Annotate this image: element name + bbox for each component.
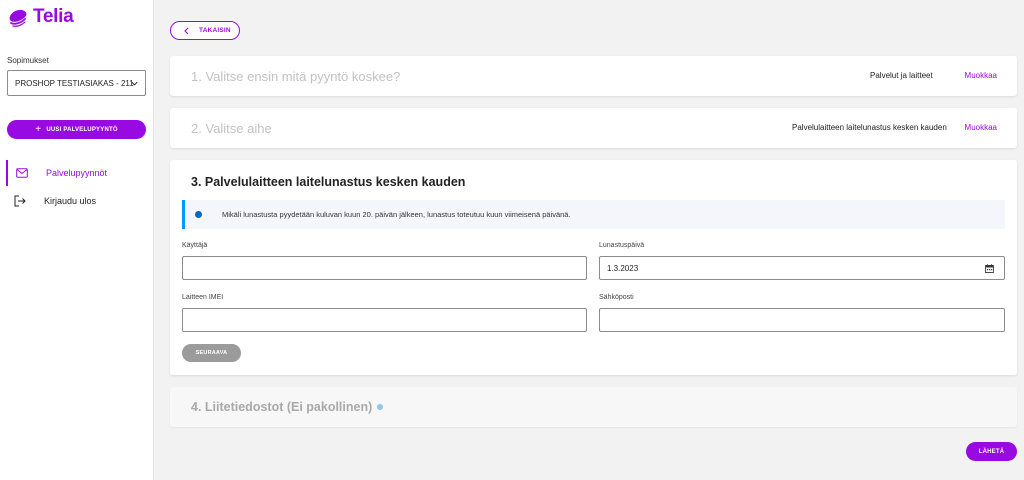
email-field-label: Sähköposti (599, 294, 634, 301)
chevron-left-icon (184, 27, 189, 34)
contracts-selected-value: PROSHOP TESTIASIAKAS - 211 (15, 78, 134, 88)
info-icon[interactable] (377, 404, 384, 410)
sidebar-item-label: Kirjaudu ulos (44, 196, 97, 206)
calendar-icon[interactable] (985, 264, 994, 273)
info-notice: Mikäli lunastusta pyydetään kuluvan kuun… (182, 200, 1005, 229)
sidebar-item-logout[interactable]: Kirjaudu ulos (6, 188, 154, 214)
logout-icon (14, 195, 32, 207)
next-button[interactable]: SEURAAVA (182, 344, 241, 362)
new-service-request-button[interactable]: + UUSI PALVELUPYYNTÖ (7, 120, 146, 139)
telia-pebble-icon (9, 9, 27, 27)
redeem-date-label: Lunastuspäivä (599, 242, 645, 249)
step-4-card[interactable]: 4. Liitetiedostot (Ei pakollinen) (170, 387, 1017, 427)
plus-icon: + (35, 124, 42, 135)
contracts-select[interactable]: PROSHOP TESTIASIAKAS - 211 (7, 70, 146, 96)
mail-icon (16, 168, 34, 178)
new-service-request-label: UUSI PALVELUPYYNTÖ (46, 126, 118, 133)
info-icon (195, 211, 202, 218)
back-button[interactable]: TAKAISIN (170, 21, 240, 40)
send-button[interactable]: LÄHETÄ (966, 442, 1017, 461)
step-2-title: 2. Valitse aihe (191, 121, 272, 136)
sidebar-item-label: Palvelupyynnöt (46, 168, 108, 178)
step-1-title: 1. Valitse ensin mitä pyyntö koskee? (191, 69, 401, 84)
telia-logo[interactable]: Telia (7, 6, 74, 28)
redeem-date-value: 1.3.2023 (607, 263, 639, 273)
contracts-label: Sopimukset (7, 56, 49, 65)
step-1-card: 1. Valitse ensin mitä pyyntö koskee? Pal… (170, 56, 1017, 96)
step-4-heading: 4. Liitetiedostot (Ei pakollinen) (191, 400, 384, 414)
imei-input[interactable] (182, 308, 587, 332)
step-1-value: Palvelut ja laitteet (870, 71, 933, 80)
step-1-edit-link[interactable]: Muokkaa (965, 71, 997, 80)
user-input[interactable] (182, 256, 587, 280)
user-field-label: Käyttäjä (182, 242, 208, 249)
email-input[interactable] (599, 308, 1005, 332)
sidebar-item-service-requests[interactable]: Palvelupyynnöt (6, 160, 154, 186)
step-2-edit-link[interactable]: Muokkaa (965, 123, 997, 132)
step-2-value: Palvelulaitteen laitelunastus kesken kau… (792, 123, 947, 132)
back-label: TAKAISIN (199, 27, 231, 34)
chevron-down-icon (131, 81, 138, 86)
step-2-card: 2. Valitse aihe Palvelulaitteen laitelun… (170, 108, 1017, 148)
step-3-title: 3. Palvelulaitteen laitelunastus kesken … (191, 175, 466, 189)
redeem-date-input[interactable]: 1.3.2023 (599, 256, 1005, 280)
step-4-title: 4. Liitetiedostot (Ei pakollinen) (191, 400, 373, 414)
logo-wordmark: Telia (33, 6, 74, 27)
info-notice-text: Mikäli lunastusta pyydetään kuluvan kuun… (222, 210, 571, 219)
step-3-card: 3. Palvelulaitteen laitelunastus kesken … (170, 160, 1017, 375)
imei-field-label: Laitteen IMEI (182, 294, 224, 301)
sidebar: Telia Sopimukset PROSHOP TESTIASIAKAS - … (0, 0, 154, 480)
